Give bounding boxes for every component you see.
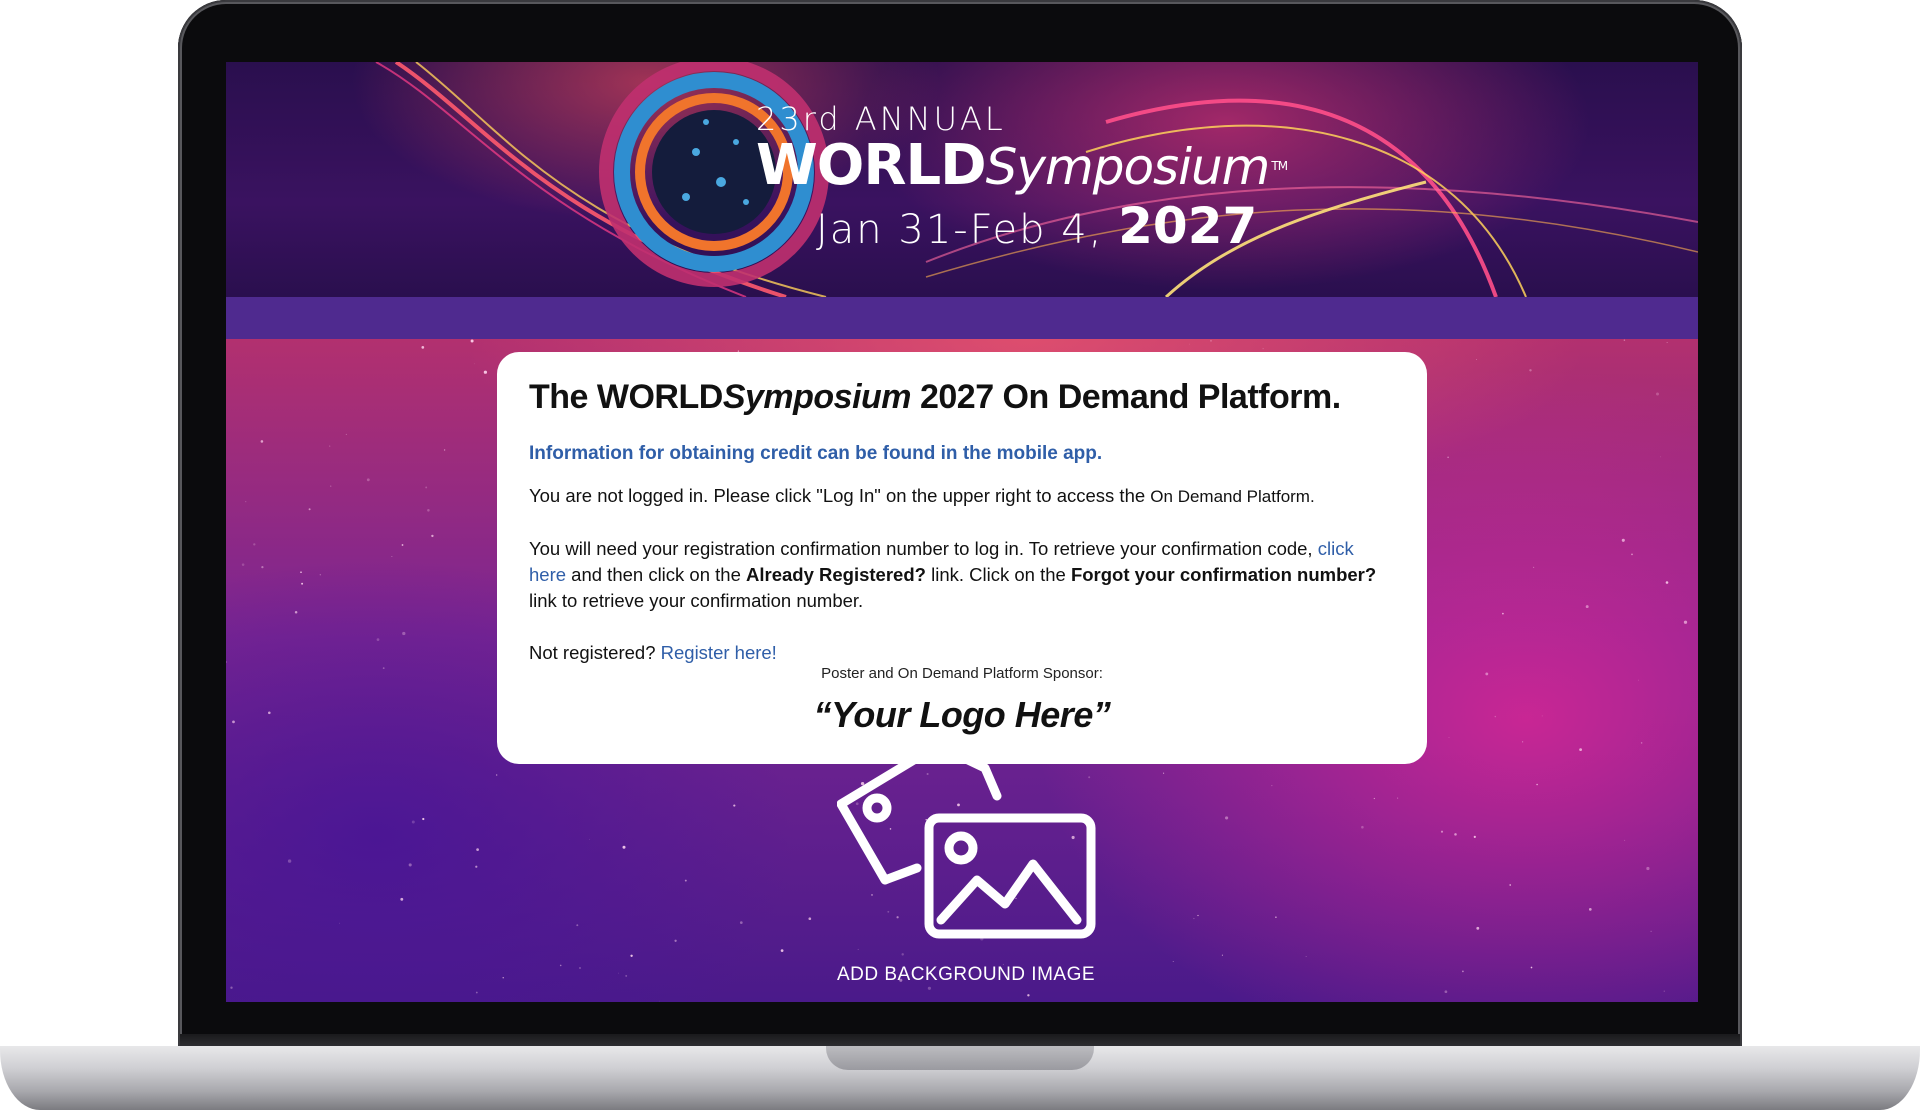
login-notice: You are not logged in. Please click "Log… xyxy=(529,485,1315,506)
sponsor-label: Poster and On Demand Platform Sponsor: xyxy=(821,665,1103,682)
image-gallery-icon[interactable] xyxy=(837,752,1097,992)
credit-info: Information for obtaining credit can be … xyxy=(529,443,1103,464)
registration-prompt: Not registered? Register here! xyxy=(529,642,777,663)
banner-title: 23rd ANNUAL WORLDSymposium TM Jan 31-Feb … xyxy=(756,100,1288,255)
add-background-image-label[interactable]: ADD BACKGROUND IMAGE xyxy=(806,964,1126,986)
event-dates: Jan 31-Feb 4, 2027 xyxy=(816,197,1258,255)
nav-bar xyxy=(226,297,1698,339)
info-card: The WORLDSymposium 2027 On Demand Platfo… xyxy=(497,352,1427,764)
confirmation-instructions: You will need your registration confirma… xyxy=(529,538,1377,611)
screen: 23rd ANNUAL WORLDSymposium TM Jan 31-Feb … xyxy=(226,62,1698,1002)
sponsor-logo-placeholder: “Your Logo Here” xyxy=(813,694,1111,735)
trademark: TM xyxy=(1271,159,1288,173)
page-title: The WORLDSymposium 2027 On Demand Platfo… xyxy=(529,378,1341,416)
register-link[interactable]: Register here! xyxy=(661,642,777,663)
brand-name: WORLDSymposium TM xyxy=(756,133,1288,198)
laptop-notch xyxy=(826,1046,1094,1070)
event-banner: 23rd ANNUAL WORLDSymposium TM Jan 31-Feb … xyxy=(226,62,1698,297)
